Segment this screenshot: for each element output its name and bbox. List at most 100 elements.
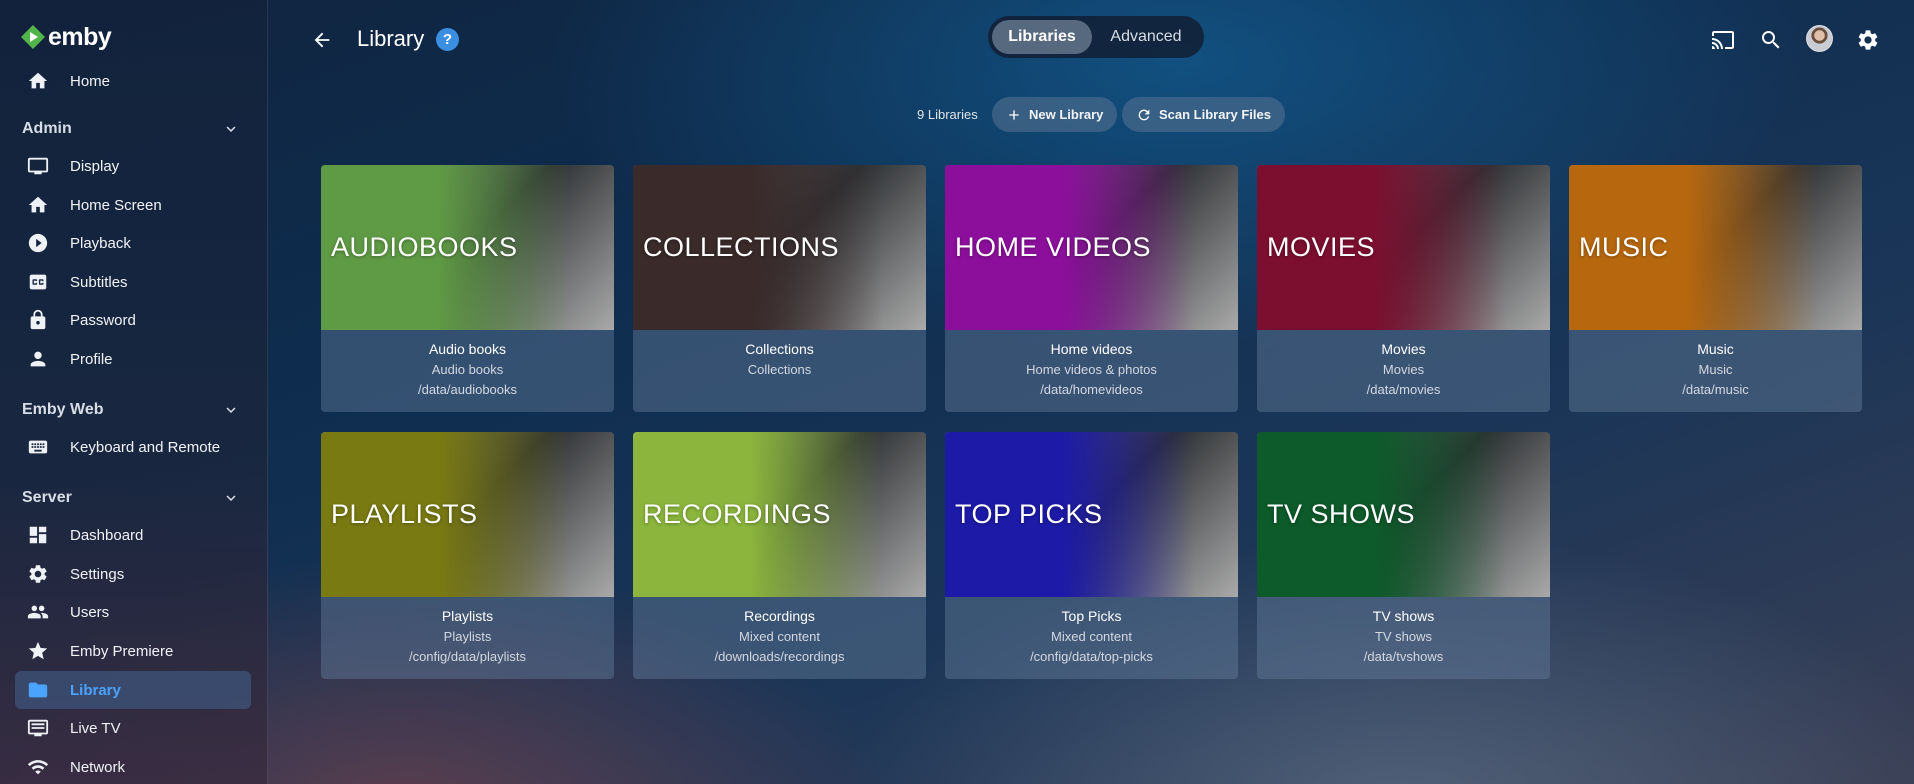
tab-advanced[interactable]: Advanced xyxy=(1092,20,1200,54)
button-label: Scan Library Files xyxy=(1159,107,1271,122)
library-card-image[interactable]: MUSIC xyxy=(1569,165,1862,330)
library-path: /config/data/playlists xyxy=(408,649,527,664)
library-card-image[interactable]: AUDIOBOOKS xyxy=(321,165,614,330)
sidebar-item-label: Subtitles xyxy=(70,273,128,291)
library-count: 9 Libraries xyxy=(917,107,978,122)
library-name: Recordings xyxy=(744,608,815,624)
sidebar-item-keyboard-and-remote[interactable]: Keyboard and Remote xyxy=(15,428,251,466)
plus-icon xyxy=(1009,109,1019,120)
library-card[interactable]: TV SHOWS TV shows TV shows/data/tvshows xyxy=(1257,432,1550,679)
search-icon[interactable] xyxy=(1756,25,1786,55)
library-card[interactable]: RECORDINGS Recordings Mixed content/downlo… xyxy=(633,432,926,679)
arrow-left-icon xyxy=(314,32,330,48)
sidebar-item-label: Emby Premiere xyxy=(70,642,174,660)
gear-icon[interactable] xyxy=(1853,25,1883,55)
sidebar-item-network[interactable]: Network xyxy=(15,748,251,784)
monitor-icon xyxy=(26,154,50,178)
library-card-image[interactable]: MOVIES xyxy=(1257,165,1550,330)
library-path: /data/movies xyxy=(1366,382,1441,397)
sidebar-item-label: Settings xyxy=(70,565,125,583)
tv-guide-icon xyxy=(26,716,50,740)
sidebar-item-label: Users xyxy=(70,603,110,621)
library-path: /data/homevideos xyxy=(1040,382,1143,397)
scan-library-files-button[interactable]: Scan Library Files xyxy=(1122,97,1285,132)
library-card-image[interactable]: COLLECTIONS xyxy=(633,165,926,330)
sidebar-item-emby-premiere[interactable]: Emby Premiere xyxy=(15,632,251,670)
star-icon xyxy=(26,639,50,663)
home-icon xyxy=(26,193,50,217)
sidebar: emby Home Admin Display Home Screen Play… xyxy=(0,0,268,784)
library-content-type: Movies xyxy=(1382,362,1425,377)
library-card-overlay-title: PLAYLISTS xyxy=(331,499,478,529)
library-path: /data/tvshows xyxy=(1363,649,1444,664)
page-title: Library xyxy=(357,26,425,51)
sidebar-item-label: Playback xyxy=(70,234,131,252)
help-icon[interactable]: ? xyxy=(436,28,459,51)
brand-name: emby xyxy=(48,22,112,51)
sidebar-item-display[interactable]: Display xyxy=(15,147,251,185)
library-path: /config/data/top-picks xyxy=(1030,649,1153,664)
library-card[interactable]: HOME VIDEOS Home videos Home videos & phot… xyxy=(945,165,1238,412)
section-server[interactable]: Server xyxy=(22,485,250,511)
library-content-type: TV shows xyxy=(1374,629,1433,644)
sidebar-item-home-screen[interactable]: Home Screen xyxy=(15,186,251,224)
library-card[interactable]: TOP PICKS Top Picks Mixed content/config/d… xyxy=(945,432,1238,679)
library-name: TV shows xyxy=(1372,608,1435,624)
library-card[interactable]: AUDIOBOOKS Audio books Audio books/data/au… xyxy=(321,165,614,412)
library-card[interactable]: MUSIC Music Music/data/music xyxy=(1569,165,1862,412)
section-emby-web[interactable]: Emby Web xyxy=(22,397,250,423)
library-card-image[interactable]: RECORDINGS xyxy=(633,432,926,597)
wifi-icon xyxy=(26,755,50,779)
library-card-image[interactable]: PLAYLISTS xyxy=(321,432,614,597)
library-content-type: Home videos & photos xyxy=(1026,362,1157,377)
sidebar-item-label: Display xyxy=(70,157,120,175)
library-card[interactable]: PLAYLISTS Playlists Playlists/config/data/… xyxy=(321,432,614,679)
sidebar-item-live-tv[interactable]: Live TV xyxy=(15,709,251,747)
library-card-image[interactable]: TV SHOWS xyxy=(1257,432,1550,597)
library-content-type: Audio books xyxy=(431,362,504,377)
sidebar-item-label: Home xyxy=(70,72,111,90)
library-card[interactable]: MOVIES Movies Movies/data/movies xyxy=(1257,165,1550,412)
sidebar-item-label: Keyboard and Remote xyxy=(70,438,221,456)
home-icon xyxy=(26,69,50,93)
sidebar-item-dashboard[interactable]: Dashboard xyxy=(15,516,251,554)
sidebar-item-playback[interactable]: Playback xyxy=(15,224,251,262)
library-card-overlay-title: AUDIOBOOKS xyxy=(331,232,518,262)
library-card-overlay-title: RECORDINGS xyxy=(643,499,832,529)
sidebar-item-profile[interactable]: Profile xyxy=(15,340,251,378)
section-admin[interactable]: Admin xyxy=(22,116,250,142)
library-card-overlay-title: MOVIES xyxy=(1267,232,1376,262)
library-content-type: Playlists xyxy=(443,629,492,644)
sidebar-item-users[interactable]: Users xyxy=(15,593,251,631)
library-content-type: Collections xyxy=(747,362,812,377)
library-card-image[interactable]: TOP PICKS xyxy=(945,432,1238,597)
library-content-type: Music xyxy=(1698,362,1733,377)
cast-icon[interactable] xyxy=(1708,25,1738,55)
keyboard-icon xyxy=(26,435,50,459)
sidebar-item-password[interactable]: Password xyxy=(15,301,251,339)
chevron-down-icon xyxy=(226,495,236,501)
brand-logo[interactable]: emby xyxy=(20,22,112,52)
avatar[interactable] xyxy=(1806,25,1833,52)
sidebar-item-settings[interactable]: Settings xyxy=(15,555,251,593)
library-card[interactable]: COLLECTIONS Collections Collections xyxy=(633,165,926,412)
sidebar-item-library[interactable]: Library xyxy=(15,671,251,709)
sidebar-item-label: Dashboard xyxy=(70,526,144,544)
library-card-image[interactable]: HOME VIDEOS xyxy=(945,165,1238,330)
sidebar-item-label: Library xyxy=(70,681,121,699)
library-name: Collections xyxy=(745,341,814,357)
refresh-icon xyxy=(1138,109,1150,120)
library-card-overlay-title: HOME VIDEOS xyxy=(955,232,1152,262)
sidebar-item-label: Password xyxy=(70,311,136,329)
tab-libraries[interactable]: Libraries xyxy=(992,20,1092,54)
new-library-button[interactable]: New Library xyxy=(992,97,1118,132)
library-card-overlay-title: TV SHOWS xyxy=(1267,499,1416,529)
sidebar-item-label: Profile xyxy=(70,350,113,368)
sidebar-item-subtitles[interactable]: Subtitles xyxy=(15,263,251,301)
sidebar-item-home[interactable]: Home xyxy=(15,62,251,100)
button-label: New Library xyxy=(1029,107,1104,122)
back-button[interactable] xyxy=(306,24,338,56)
section-title: Server xyxy=(22,489,72,506)
library-card-overlay-title: MUSIC xyxy=(1579,232,1669,262)
people-icon xyxy=(26,600,50,624)
